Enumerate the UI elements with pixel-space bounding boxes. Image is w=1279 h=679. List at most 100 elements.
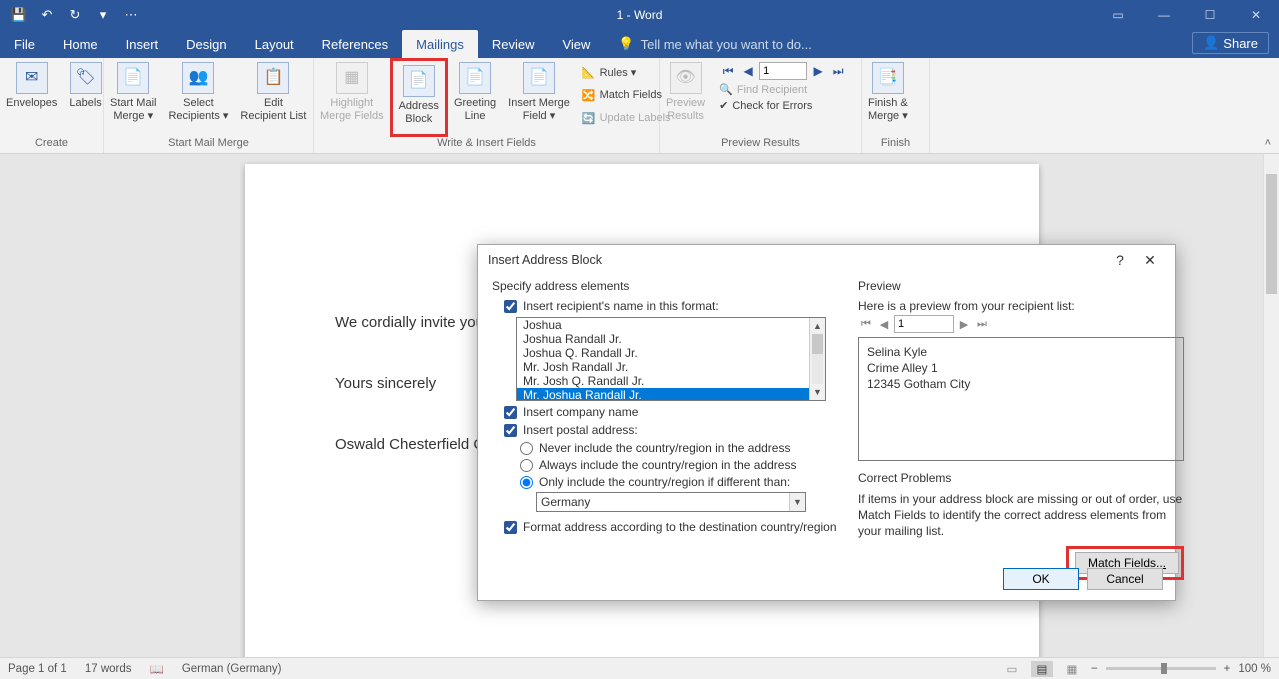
page-status[interactable]: Page 1 of 1 [8, 663, 67, 675]
tab-design[interactable]: Design [172, 30, 240, 58]
format-option[interactable]: Joshua Randall Jr. [517, 332, 825, 346]
pv-prev-icon[interactable]: ◀ [876, 316, 892, 332]
never-radio[interactable] [520, 442, 533, 455]
insert-company-checkbox[interactable]: Insert company name [504, 405, 838, 419]
company-check[interactable] [504, 406, 517, 419]
match-fields-button[interactable]: 🔀Match Fields [582, 85, 671, 105]
group-finish-label: Finish [862, 137, 929, 153]
redo-icon[interactable]: ↻ [62, 4, 88, 26]
correct-heading: Correct Problems [858, 471, 1184, 485]
first-record-icon[interactable]: ⏮ [719, 62, 737, 80]
language-status[interactable]: German (Germany) [182, 663, 282, 675]
edit-list-icon: 📋 [257, 62, 289, 94]
qat-customize-icon[interactable]: ▾ [90, 4, 116, 26]
slider-handle[interactable] [1161, 663, 1167, 674]
scrollbar-thumb[interactable] [1266, 174, 1277, 294]
save-icon[interactable]: 💾 [6, 4, 32, 26]
format-option[interactable]: Mr. Josh Q. Randall Jr. [517, 374, 825, 388]
tab-layout[interactable]: Layout [241, 30, 308, 58]
scroll-down-icon[interactable]: ▼ [810, 384, 825, 400]
match-label: Match Fields [600, 89, 662, 101]
tab-file[interactable]: File [0, 30, 49, 58]
help-icon[interactable]: ? [1105, 252, 1135, 268]
finish-merge-button[interactable]: 📑Finish & Merge ▾ [862, 58, 914, 137]
zoom-in-icon[interactable]: + [1224, 663, 1231, 675]
word-count[interactable]: 17 words [85, 663, 132, 675]
format-option[interactable]: Joshua Q. Randall Jr. [517, 346, 825, 360]
undo-icon[interactable]: ↶ [34, 4, 60, 26]
last-record-icon[interactable]: ⏭ [829, 62, 847, 80]
close-icon[interactable]: ✕ [1233, 0, 1279, 30]
tab-references[interactable]: References [308, 30, 402, 58]
tab-home[interactable]: Home [49, 30, 112, 58]
prev-record-icon[interactable]: ◀ [739, 62, 757, 80]
tab-review[interactable]: Review [478, 30, 549, 58]
zoom-out-icon[interactable]: − [1091, 663, 1098, 675]
only-radio[interactable] [520, 476, 533, 489]
dialog-title: Insert Address Block [488, 253, 602, 267]
web-layout-icon[interactable]: ▦ [1061, 661, 1083, 677]
always-label: Always include the country/region in the… [539, 458, 796, 472]
only-country-radio[interactable]: Only include the country/region if diffe… [520, 475, 838, 489]
insert-name-checkbox[interactable]: Insert recipient's name in this format: [504, 299, 838, 313]
listbox-scrollbar[interactable]: ▲▼ [809, 318, 825, 400]
pv-first-icon[interactable]: ⏮ [858, 316, 874, 332]
address-block-button[interactable]: 📄Address Block [390, 58, 448, 137]
highlight-icon: ▦ [336, 62, 368, 94]
collapse-ribbon-icon[interactable]: ˄ [1265, 137, 1271, 149]
tab-insert[interactable]: Insert [112, 30, 173, 58]
ok-button[interactable]: OK [1003, 568, 1079, 590]
format-option[interactable]: Mr. Josh Randall Jr. [517, 360, 825, 374]
ribbon-options-icon[interactable]: ▭ [1095, 0, 1141, 30]
highlight-label: Highlight Merge Fields [320, 97, 384, 122]
cancel-button[interactable]: Cancel [1087, 568, 1163, 590]
greeting-line-button[interactable]: 📄Greeting Line [448, 58, 502, 137]
postal-check[interactable] [504, 424, 517, 437]
preview-icon: 👁 [670, 62, 702, 94]
print-layout-icon[interactable]: ▤ [1031, 661, 1053, 677]
select-recipients-label: Select Recipients ▾ [168, 97, 228, 122]
check-errors-button[interactable]: ✔Check for Errors [719, 99, 847, 112]
format-option[interactable]: Mr. Joshua Randall Jr. [517, 388, 825, 401]
country-combobox[interactable]: Germany▼ [536, 492, 806, 512]
minimize-icon[interactable]: — [1141, 0, 1187, 30]
next-record-icon[interactable]: ▶ [809, 62, 827, 80]
update-labels-button: 🔄Update Labels [582, 108, 671, 128]
read-mode-icon[interactable]: ▭ [1001, 661, 1023, 677]
zoom-level[interactable]: 100 % [1238, 663, 1271, 675]
labels-button[interactable]: 🏷Labels [63, 58, 107, 137]
pv-next-icon[interactable]: ▶ [956, 316, 972, 332]
vertical-scrollbar[interactable] [1263, 154, 1279, 657]
record-number-input[interactable] [759, 62, 807, 80]
tab-mailings[interactable]: Mailings [402, 30, 478, 58]
dialog-close-icon[interactable]: ✕ [1135, 252, 1165, 269]
name-format-listbox[interactable]: JoshuaJoshua Randall Jr.Joshua Q. Randal… [516, 317, 826, 401]
pv-record-input[interactable] [894, 315, 954, 333]
select-recipients-button[interactable]: 👥Select Recipients ▾ [162, 58, 234, 137]
proofing-icon[interactable]: 📖 [150, 662, 164, 676]
format-dest-checkbox[interactable]: Format address according to the destinat… [504, 520, 838, 534]
zoom-slider[interactable] [1106, 667, 1216, 670]
touch-mode-icon[interactable]: ⋯ [118, 4, 144, 26]
chevron-down-icon[interactable]: ▼ [789, 493, 805, 511]
envelopes-button[interactable]: ✉Envelopes [0, 58, 63, 137]
pv-last-icon[interactable]: ⏭ [974, 316, 990, 332]
edit-recipient-list-button[interactable]: 📋Edit Recipient List [234, 58, 312, 137]
tell-me-search[interactable]: 💡 Tell me what you want to do... [604, 30, 811, 58]
start-mail-merge-button[interactable]: 📄Start Mail Merge ▾ [104, 58, 162, 137]
tab-view[interactable]: View [548, 30, 604, 58]
format-option[interactable]: Joshua [517, 318, 825, 332]
never-country-radio[interactable]: Never include the country/region in the … [520, 441, 838, 455]
insert-merge-field-button[interactable]: 📄Insert Merge Field ▾ [502, 58, 576, 137]
labels-label: Labels [69, 97, 101, 110]
always-radio[interactable] [520, 459, 533, 472]
share-button[interactable]: 👤 Share [1192, 32, 1269, 54]
format-dest-check[interactable] [504, 521, 517, 534]
rules-button[interactable]: 📐Rules ▾ [582, 62, 671, 82]
insert-postal-checkbox[interactable]: Insert postal address: [504, 423, 838, 437]
always-country-radio[interactable]: Always include the country/region in the… [520, 458, 838, 472]
maximize-icon[interactable]: ☐ [1187, 0, 1233, 30]
scroll-up-icon[interactable]: ▲ [810, 318, 825, 334]
insert-name-check[interactable] [504, 300, 517, 313]
lightbulb-icon: 💡 [618, 36, 634, 52]
